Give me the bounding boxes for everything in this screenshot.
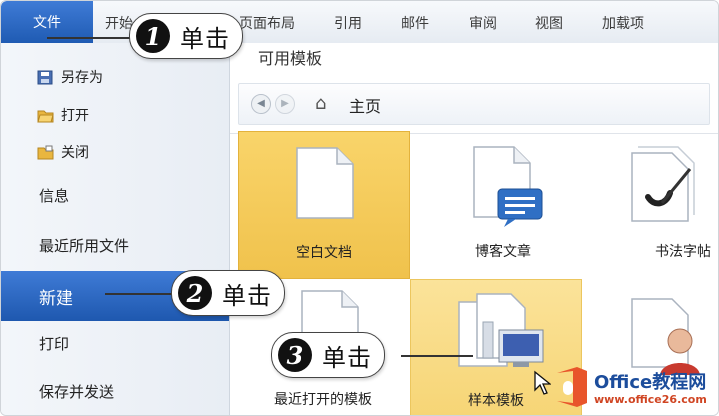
sample-doc-icon [458, 293, 544, 367]
nav-new-label: 新建 [39, 289, 73, 309]
tab-review[interactable]: 审阅 [469, 1, 497, 43]
menu-open[interactable]: 打开 [37, 105, 89, 125]
callout-3: 3 单击 [271, 332, 385, 378]
template-calligraphy[interactable]: 书法字帖 [598, 131, 718, 277]
folder-open-icon [37, 108, 54, 123]
office-logo-icon [557, 367, 587, 407]
watermark-title: Office教程网 [594, 372, 707, 393]
menu-close[interactable]: 关闭 [37, 142, 89, 162]
menu-open-label: 打开 [61, 108, 89, 124]
callout-2-text: 单击 [222, 281, 272, 310]
tab-addins[interactable]: 加载项 [602, 1, 644, 43]
template-navigation-bar: ◀ ▶ ⌂ 主页 [238, 83, 710, 125]
menu-save-as[interactable]: 另存为 [37, 67, 103, 87]
callout-2-number: 2 [178, 276, 212, 310]
nav-print[interactable]: 打印 [39, 333, 69, 354]
template-label: 博客文章 [475, 244, 531, 260]
blog-doc-icon [473, 146, 543, 227]
blank-doc-icon [296, 147, 354, 219]
nav-info[interactable]: 信息 [39, 185, 69, 206]
callout-1-text: 单击 [180, 24, 230, 53]
calligraphy-doc-icon [631, 146, 695, 222]
tab-references[interactable]: 引用 [334, 1, 362, 43]
breadcrumb-home[interactable]: 主页 [349, 93, 381, 117]
callout-3-text: 单击 [322, 343, 372, 372]
callout-1: 1 单击 [129, 13, 243, 59]
callout-1-leader [47, 37, 131, 39]
my-template-icon [631, 298, 700, 375]
watermark-url: www.office26.com [594, 393, 707, 406]
callout-3-number: 3 [278, 338, 312, 372]
template-label: 最近打开的模板 [274, 392, 372, 408]
back-arrow-icon[interactable]: ◀ [251, 94, 271, 114]
home-icon[interactable]: ⌂ [315, 93, 326, 114]
menu-close-label: 关闭 [61, 145, 89, 161]
nav-save-send[interactable]: 保存并发送 [39, 381, 114, 402]
callout-2-leader [105, 293, 175, 295]
callout-1-number: 1 [136, 19, 170, 53]
word-backstage-window: 文件 开始 页面布局 引用 邮件 审阅 视图 加载项 另存为 打开 关闭 信息 [0, 0, 719, 416]
tab-page-layout[interactable]: 页面布局 [239, 1, 295, 43]
template-label: 书法字帖 [655, 244, 711, 260]
callout-3-leader [401, 355, 473, 357]
template-blog-post[interactable]: 博客文章 [418, 131, 588, 277]
section-title: 可用模板 [258, 49, 323, 68]
template-blank-document[interactable]: 空白文档 [238, 131, 410, 279]
tab-view[interactable]: 视图 [535, 1, 563, 43]
tab-mailings[interactable]: 邮件 [401, 1, 429, 43]
callout-2: 2 单击 [171, 270, 285, 316]
save-as-icon [37, 70, 54, 85]
menu-save-as-label: 另存为 [61, 70, 103, 86]
folder-close-icon [37, 145, 54, 160]
template-label: 空白文档 [296, 245, 352, 261]
backstage-nav-panel: 另存为 打开 关闭 信息 最近所用文件 新建 打印 保存并发送 [1, 43, 230, 415]
forward-arrow-icon[interactable]: ▶ [275, 94, 295, 114]
nav-recent[interactable]: 最近所用文件 [39, 235, 129, 256]
